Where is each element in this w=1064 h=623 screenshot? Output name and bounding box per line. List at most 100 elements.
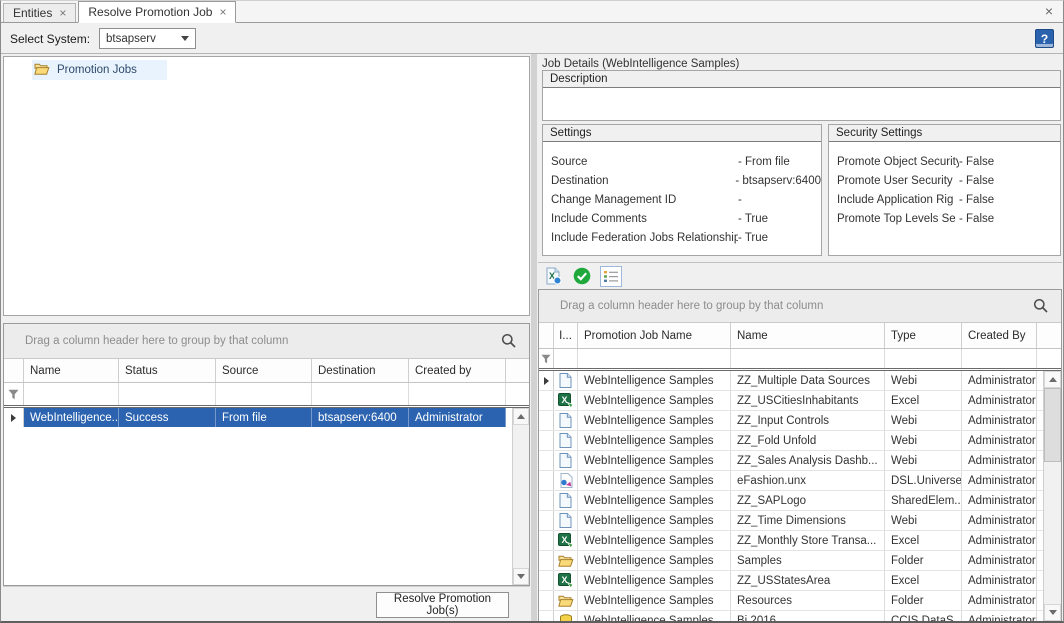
scroll-up-icon[interactable] — [513, 408, 529, 425]
left-grid-data: WebIntelligence... Success From file bts… — [4, 408, 529, 585]
column-header-status[interactable]: Status — [119, 359, 216, 382]
table-row-selected[interactable]: WebIntelligence... Success From file bts… — [4, 408, 512, 427]
close-icon[interactable]: × — [1035, 3, 1063, 19]
left-footer: Resolve Promotion Job(s) — [3, 586, 530, 622]
filter-funnel-icon[interactable] — [539, 349, 554, 368]
filter-cell[interactable] — [885, 349, 962, 368]
help-icon[interactable]: ? — [1035, 29, 1054, 48]
table-row[interactable]: WebIntelligence SampleseFashion.unxDSL.U… — [539, 471, 1043, 491]
filter-cell[interactable] — [731, 349, 885, 368]
resolve-promotion-job-button[interactable]: Resolve Promotion Job(s) — [376, 592, 509, 618]
settings-list: Source- From fileDestination- btsapserv:… — [543, 142, 821, 248]
filter-cell[interactable] — [409, 383, 506, 405]
cell-type: Webi — [885, 371, 962, 390]
webi-doc-icon — [554, 491, 578, 510]
group-by-hint: Drag a column header here to group by th… — [25, 335, 288, 347]
table-row[interactable]: XWebIntelligence SamplesZZ_USStatesAreaE… — [539, 571, 1043, 591]
cell-created-by: Administrator — [962, 611, 1037, 621]
system-select[interactable]: btsapserv — [99, 28, 196, 49]
scroll-down-icon[interactable] — [1044, 604, 1061, 621]
filter-cell[interactable] — [216, 383, 312, 405]
tab-label: Entities — [13, 6, 52, 20]
universe-icon — [554, 471, 578, 490]
row-indicator — [539, 491, 554, 510]
table-row[interactable]: WebIntelligence SamplesSamplesFolderAdmi… — [539, 551, 1043, 571]
tree-item-promotion-jobs[interactable]: Promotion Jobs — [32, 60, 167, 80]
column-header-promotion-job-name[interactable]: Promotion Job Name — [578, 323, 731, 348]
vertical-splitter[interactable] — [531, 54, 537, 622]
table-row[interactable]: WebIntelligence SamplesResourcesFolderAd… — [539, 591, 1043, 611]
setting-row: Change Management ID- — [551, 191, 821, 210]
column-header-created-by[interactable]: Created By — [962, 323, 1037, 348]
row-indicator — [539, 411, 554, 430]
cell-created-by: Administrator — [962, 431, 1037, 450]
scroll-up-icon[interactable] — [1044, 371, 1061, 388]
header-filler — [1037, 323, 1061, 348]
right-grid-data: WebIntelligence SamplesZZ_Multiple Data … — [539, 371, 1061, 621]
legend-icon[interactable] — [600, 266, 622, 287]
cell-created-by: Administrator — [962, 451, 1037, 470]
group-by-bar[interactable]: Drag a column header here to group by th… — [4, 324, 529, 359]
resolve-check-icon[interactable] — [571, 266, 593, 287]
row-indicator — [539, 471, 554, 490]
cell-name: ZZ_Time Dimensions — [731, 511, 885, 530]
table-row[interactable]: WebIntelligence SamplesBi 2016CCIS.DataS… — [539, 611, 1043, 621]
filter-cell[interactable] — [578, 349, 731, 368]
tab-close-icon[interactable]: × — [59, 8, 66, 18]
table-row[interactable]: WebIntelligence SamplesZZ_Fold UnfoldWeb… — [539, 431, 1043, 451]
cell-type: SharedElem... — [885, 491, 962, 510]
export-excel-icon[interactable]: X — [542, 266, 564, 287]
scroll-down-icon[interactable] — [513, 568, 529, 585]
column-header-destination[interactable]: Destination — [312, 359, 409, 382]
left-grid-scrollbar[interactable] — [512, 408, 529, 585]
column-header-source[interactable]: Source — [216, 359, 312, 382]
tab-entities[interactable]: Entities × — [3, 3, 76, 22]
filter-cell[interactable] — [962, 349, 1037, 368]
group-by-bar[interactable]: Drag a column header here to group by th… — [539, 290, 1061, 323]
security-setting-label: Promote Object Security — [837, 153, 959, 172]
cell-promotion-job-name: WebIntelligence Samples — [578, 451, 731, 470]
filter-cell[interactable] — [119, 383, 216, 405]
current-row-indicator — [4, 408, 24, 427]
setting-value: - From file — [738, 153, 790, 172]
setting-value: - True — [738, 210, 768, 229]
table-row[interactable]: XWebIntelligence SamplesZZ_Monthly Store… — [539, 531, 1043, 551]
scrollbar-thumb[interactable] — [1044, 388, 1061, 462]
tab-close-icon[interactable]: × — [219, 7, 226, 17]
cell-promotion-job-name: WebIntelligence Samples — [578, 371, 731, 390]
search-icon[interactable] — [1033, 298, 1049, 314]
filter-funnel-icon[interactable] — [4, 383, 24, 405]
filter-cell[interactable] — [554, 349, 578, 368]
cell-type: DSL.Universe — [885, 471, 962, 490]
setting-value: - btsapserv:6400 — [735, 172, 821, 191]
security-setting-row: Promote User Security- False — [837, 172, 1060, 191]
filter-cell[interactable] — [24, 383, 119, 405]
search-icon[interactable] — [501, 333, 517, 349]
table-row[interactable]: WebIntelligence SamplesZZ_Multiple Data … — [539, 371, 1043, 391]
column-header-type[interactable]: Type — [885, 323, 962, 348]
cell-created-by: Administrator — [962, 571, 1037, 590]
right-grid-scrollbar[interactable] — [1043, 371, 1061, 621]
column-header-name[interactable]: Name — [24, 359, 119, 382]
system-select-value: btsapserv — [106, 33, 156, 45]
column-header-icon[interactable]: I... — [554, 323, 578, 348]
table-row[interactable]: XWebIntelligence SamplesZZ_USCitiesInhab… — [539, 391, 1043, 411]
table-row[interactable]: WebIntelligence SamplesZZ_Time Dimension… — [539, 511, 1043, 531]
cell-promotion-job-name: WebIntelligence Samples — [578, 391, 731, 410]
security-setting-label: Include Application Rig — [837, 191, 959, 210]
cell-promotion-job-name: WebIntelligence Samples — [578, 431, 731, 450]
cell-type: Excel — [885, 391, 962, 410]
table-row[interactable]: WebIntelligence SamplesZZ_Input Controls… — [539, 411, 1043, 431]
cell-type: Webi — [885, 451, 962, 470]
tab-resolve-promotion-job[interactable]: Resolve Promotion Job × — [78, 1, 236, 23]
webi-doc-icon — [554, 431, 578, 450]
filter-cell[interactable] — [312, 383, 409, 405]
setting-label: Include Comments — [551, 210, 738, 229]
table-row[interactable]: WebIntelligence SamplesZZ_Sales Analysis… — [539, 451, 1043, 471]
settings-box: Settings Source- From fileDestination- b… — [542, 124, 822, 256]
column-header-name[interactable]: Name — [731, 323, 885, 348]
cell-name: ZZ_USCitiesInhabitants — [731, 391, 885, 410]
setting-row: Include Comments- True — [551, 210, 821, 229]
column-header-created-by[interactable]: Created by — [409, 359, 506, 382]
table-row[interactable]: WebIntelligence SamplesZZ_SAPLogoSharedE… — [539, 491, 1043, 511]
